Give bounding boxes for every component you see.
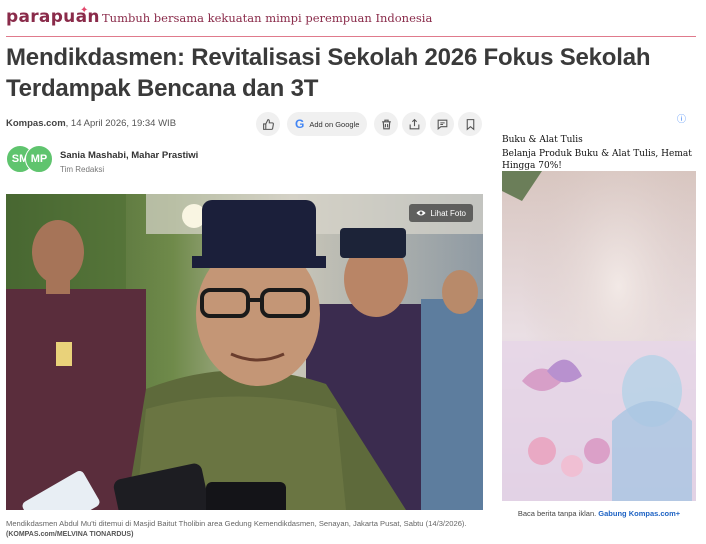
eye-icon [416,210,427,216]
ad-title[interactable]: Buku & Alat Tulis [502,135,583,145]
photo-credit: (KOMPAS.com/MELVINA TIONARDUS) [6,531,134,538]
share-icon [409,118,420,129]
article-photo[interactable]: Lihat Foto [6,194,483,510]
article-source[interactable]: Kompas.com [6,118,66,129]
ad-image[interactable] [502,171,696,501]
author-avatars: SM MP [6,145,54,175]
delete-button[interactable] [374,112,399,136]
ad-artwork [502,171,696,501]
sidebar-ad[interactable]: ⓘ Buku & Alat Tulis Belanja Produk Buku … [502,111,696,527]
header-divider [6,36,696,37]
photo-caption: Mendikdasmen Abdul Mu'ti ditemui di Masj… [6,519,467,528]
author-team: Tim Redaksi [60,165,105,174]
ad-info-icon[interactable]: ⓘ [677,112,686,125]
site-tagline: Tumbuh bersama kekuatan mimpi perempuan … [102,11,433,25]
share-button[interactable] [402,112,427,136]
comment-icon [437,119,448,130]
site-header: parapuan ✦ Tumbuh bersama kekuatan mimpi… [0,0,706,36]
ad-footer-text: Baca berita tanpa iklan. [517,509,597,518]
thumbs-up-icon [262,118,274,130]
logo-star-icon: ✦ [80,5,89,16]
view-photo-label: Lihat Foto [430,208,466,218]
avatar[interactable]: MP [25,145,53,173]
comment-button[interactable] [430,112,455,136]
bookmark-icon [466,118,475,131]
article-actions: G Add on Google [256,111,483,137]
ad-description[interactable]: Belanja Produk Buku & Alat Tulis, Hemat … [502,148,692,172]
view-photo-button[interactable]: Lihat Foto [409,204,473,222]
add-on-google-label: Add on Google [309,119,360,129]
subscribe-link[interactable]: Gabung Kompas.com+ [598,509,680,518]
trash-icon [382,119,391,129]
article-date: , 14 April 2026, 19:34 WIB [65,118,177,129]
like-button[interactable] [256,112,280,136]
author-names[interactable]: Sania Mashabi, Mahar Prastiwi [60,150,198,161]
ad-footer: Baca berita tanpa iklan. Gabung Kompas.c… [502,509,696,518]
bookmark-button[interactable] [458,112,483,136]
add-on-google-button[interactable]: G Add on Google [287,112,368,136]
photo-illustration [6,194,483,510]
article-title: Mendikdasmen: Revitalisasi Sekolah 2026 … [6,44,651,102]
article-meta: Kompas.com, 14 April 2026, 19:34 WIB [6,118,176,129]
google-icon: G [295,117,305,131]
